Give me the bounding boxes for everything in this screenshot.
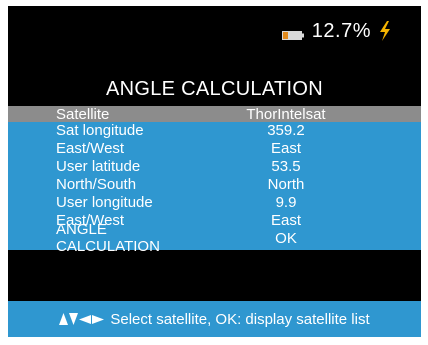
battery-low-icon: [281, 27, 304, 40]
navigation-keys: [59, 313, 105, 325]
meter-screen: 12.7% ANGLE CALCULATION Satellite ThorIn…: [8, 6, 421, 337]
arrow-up-icon: [59, 313, 69, 325]
lightning-bolt-icon: [379, 21, 391, 41]
settings-table: Satellite ThorIntelsat Sat longitude 359…: [8, 105, 421, 255]
setting-row-sat-east-west[interactable]: East/West East: [8, 140, 421, 158]
setting-label: User latitude: [56, 158, 141, 176]
setting-label: ANGLE CALCULATION: [56, 221, 160, 256]
page-title: ANGLE CALCULATION: [105, 78, 323, 100]
setting-value: East: [270, 140, 301, 158]
setting-value: 9.9: [275, 194, 297, 211]
setting-row-sat-longitude[interactable]: Sat longitude 359.2: [8, 122, 421, 140]
arrow-down-icon: [69, 313, 79, 325]
setting-row-user-latitude[interactable]: User latitude 53.5: [8, 158, 421, 176]
arrow-right-icon: [92, 314, 105, 324]
help-text: Select satellite, OK: display satellite …: [110, 310, 370, 328]
setting-value: OK: [275, 229, 297, 247]
setting-row-satellite[interactable]: Satellite ThorIntelsat: [8, 105, 421, 123]
status-bar: 12.7%: [281, 18, 391, 44]
setting-value: North: [267, 176, 305, 194]
help-bar: Select satellite, OK: display satellite …: [8, 301, 421, 337]
setting-label: North/South: [56, 176, 137, 194]
setting-label: User longitude: [56, 194, 153, 211]
setting-label: Sat longitude: [56, 122, 144, 140]
arrow-left-icon: [79, 314, 92, 324]
setting-row-angle-calculation[interactable]: ANGLE CALCULATION OK: [8, 221, 421, 255]
battery-percent: 12.7%: [311, 19, 371, 42]
setting-value: East: [270, 211, 301, 229]
setting-row-user-longitude[interactable]: User longitude 9.9: [8, 194, 421, 212]
setting-label: East/West: [56, 140, 125, 158]
setting-value: 53.5: [271, 158, 301, 176]
setting-value: ThorIntelsat: [246, 105, 326, 123]
setting-row-north-south[interactable]: North/South North: [8, 176, 421, 194]
setting-value: 359.2: [267, 122, 305, 140]
setting-label: Satellite: [56, 105, 110, 123]
